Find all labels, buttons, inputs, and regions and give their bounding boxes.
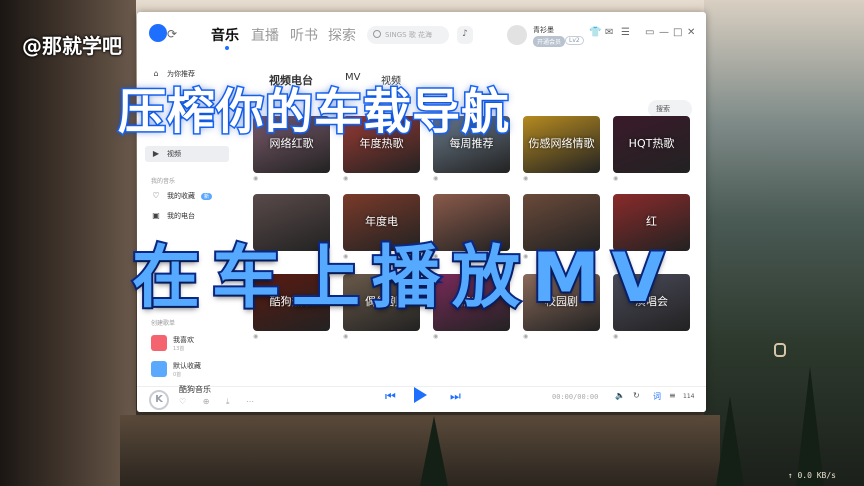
video-card[interactable]: 伤感网络情歌 ◉ — [523, 116, 600, 182]
view-count-icon: ◉ — [523, 333, 529, 340]
pine-tree — [796, 366, 824, 486]
vip-badge[interactable]: 开通会员 — [533, 36, 566, 47]
skin-icon[interactable]: 👕 — [589, 27, 601, 38]
video-card-label: 伤感网络情歌 — [528, 137, 595, 150]
desktop-icon[interactable] — [774, 343, 786, 357]
nav-live[interactable]: 直播 — [251, 25, 279, 45]
radio-icon: ▣ — [152, 211, 160, 220]
sidebar-item-label: 我的电台 — [167, 212, 195, 220]
playlist-cover — [151, 335, 167, 351]
sidebar-item-video[interactable]: ▶ 视频 — [145, 146, 229, 162]
sidebar-item-label: 我的收藏 — [167, 192, 195, 200]
pine-tree — [716, 396, 744, 486]
close-icon[interactable]: ✕ — [687, 27, 695, 38]
player-action-icons[interactable]: ♡ ⊕ ⤓ ⋯ — [179, 397, 261, 407]
pine-tree — [420, 416, 448, 486]
search-placeholder: SINGS 歌 花海 — [385, 31, 433, 39]
volume-icon[interactable]: 🔈 — [615, 391, 625, 400]
video-card-label: HQT热歌 — [628, 137, 675, 150]
nav-explore[interactable]: 探索 — [328, 25, 356, 45]
view-count-icon: ◉ — [433, 175, 439, 182]
player-logo[interactable]: K — [149, 390, 169, 410]
nav-music[interactable]: 音乐 — [211, 25, 239, 45]
title-bar: ⟳ 音乐 直播 听书 探索 SINGS 歌 花海 ♪ 青衫墨 开通会员 Lv2 … — [137, 12, 706, 56]
overlay-subtitle: 在车上播放MV — [130, 237, 677, 320]
username[interactable]: 青衫墨 — [533, 25, 554, 35]
sidebar-playlist[interactable]: 我喜欢 13首 — [145, 332, 229, 354]
lyric-button[interactable]: 词 — [653, 391, 661, 402]
my-music-caption: 我的音乐 — [151, 178, 176, 185]
playlist-label: 我喜欢 13首 — [173, 335, 194, 352]
avatar[interactable] — [507, 25, 527, 45]
background-left — [0, 0, 136, 486]
playlist-icon[interactable]: ≡ — [669, 391, 676, 400]
video-card[interactable]: HQT热歌 ◉ — [613, 116, 690, 182]
nav-audiobook[interactable]: 听书 — [290, 25, 318, 45]
sidebar-item-label: 视频 — [167, 150, 181, 158]
nav-active-dot — [225, 46, 229, 50]
level-badge: Lv2 — [565, 36, 584, 45]
player-bar: K 酷狗音乐 ♡ ⊕ ⤓ ⋯ ⏮ ⏭ 00:00/00:00 🔈 ↻ 词 ≡ 1… — [137, 385, 706, 412]
mini-mode-icon[interactable]: ▭ — [645, 27, 654, 38]
sidebar-item-favorites[interactable]: ♡ 我的收藏 新 — [145, 188, 229, 204]
heart-icon: ♡ — [152, 191, 160, 200]
view-count-icon: ◉ — [523, 175, 529, 182]
net-speed: ↑ 0.0 KB/s — [787, 471, 836, 480]
queue-count: 114 — [683, 393, 695, 400]
video-icon: ▶ — [152, 149, 160, 158]
view-count-icon: ◉ — [433, 333, 439, 340]
voice-search-icon[interactable]: ♪ — [457, 26, 473, 44]
menu-icon[interactable]: ☰ — [621, 27, 630, 38]
loop-icon[interactable]: ↻ — [633, 391, 640, 400]
minimize-icon[interactable]: — — [659, 27, 669, 38]
sidebar-playlist[interactable]: 默认收藏 0首 — [145, 358, 229, 380]
playlist-cover — [151, 361, 167, 377]
video-thumbnail: HQT热歌 — [613, 116, 690, 173]
mail-icon[interactable]: ✉ — [605, 27, 613, 38]
kugou-logo — [149, 24, 167, 42]
playlist-label: 默认收藏 0首 — [173, 361, 201, 378]
view-count-icon: ◉ — [343, 175, 349, 182]
view-count-icon: ◉ — [613, 333, 619, 340]
refresh-icon[interactable]: ⟳ — [167, 27, 177, 41]
maximize-icon[interactable]: □ — [673, 27, 682, 38]
overlay-title: 压榨你的车载导航 — [116, 83, 511, 142]
play-icon[interactable] — [414, 387, 427, 403]
player-title: 酷狗音乐 — [179, 385, 211, 394]
search-icon — [373, 30, 381, 38]
view-count-icon: ◉ — [253, 333, 259, 340]
video-thumbnail: 伤感网络情歌 — [523, 116, 600, 173]
next-icon[interactable]: ⏭ — [450, 389, 461, 404]
new-badge: 新 — [201, 192, 213, 200]
view-count-icon: ◉ — [613, 175, 619, 182]
view-count-icon: ◉ — [343, 333, 349, 340]
search-input[interactable]: SINGS 歌 花海 — [367, 26, 449, 44]
watermark: @那就学吧 — [22, 34, 122, 58]
time-display: 00:00/00:00 — [552, 393, 599, 401]
view-count-icon: ◉ — [253, 175, 259, 182]
previous-icon[interactable]: ⏮ — [385, 389, 396, 404]
